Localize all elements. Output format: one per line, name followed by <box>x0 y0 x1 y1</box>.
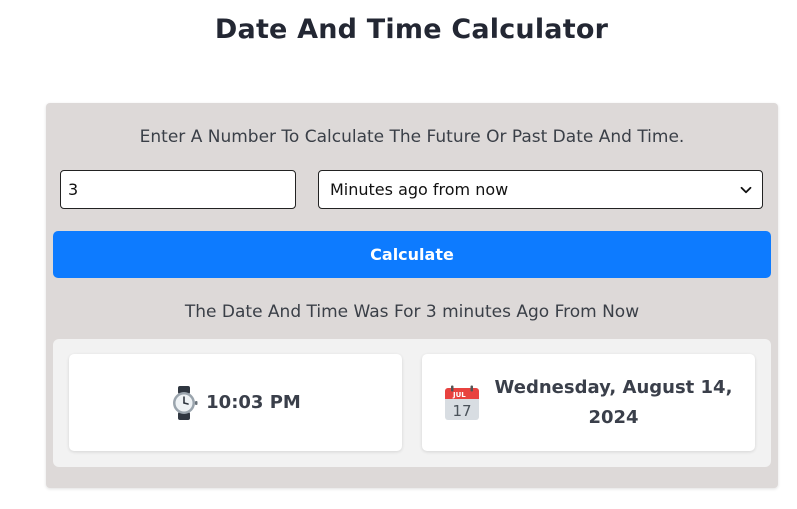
calendar-day: 17 <box>452 402 471 420</box>
calendar-icon: JUL 17 <box>444 385 479 420</box>
page-title: Date And Time Calculator <box>214 14 609 45</box>
date-value: Wednesday, August 14, 2024 <box>494 376 733 428</box>
date-result-box: JUL 17 Wednesday, August 14, 2024 <box>422 354 755 451</box>
calculate-button[interactable]: Calculate <box>53 231 771 278</box>
unit-select[interactable]: Minutes ago from now <box>318 170 763 209</box>
calendar-month: JUL <box>452 391 466 399</box>
page: Date And Time Calculator Enter A Number … <box>0 0 797 509</box>
result-summary: The Date And Time Was For 3 minutes Ago … <box>184 302 640 322</box>
results-panel: 10:03 PM JUL 17 Wednesday, August 14, 20… <box>53 339 771 467</box>
chevron-down-icon <box>740 186 752 193</box>
calculator-card: Enter A Number To Calculate The Future O… <box>46 103 778 488</box>
unit-select-value: Minutes ago from now <box>330 180 509 199</box>
time-result-box: 10:03 PM <box>69 354 402 451</box>
instructions-text: Enter A Number To Calculate The Future O… <box>139 127 685 147</box>
time-value: 10:03 PM <box>206 391 301 413</box>
number-input[interactable] <box>60 170 296 209</box>
watch-icon <box>173 385 198 420</box>
